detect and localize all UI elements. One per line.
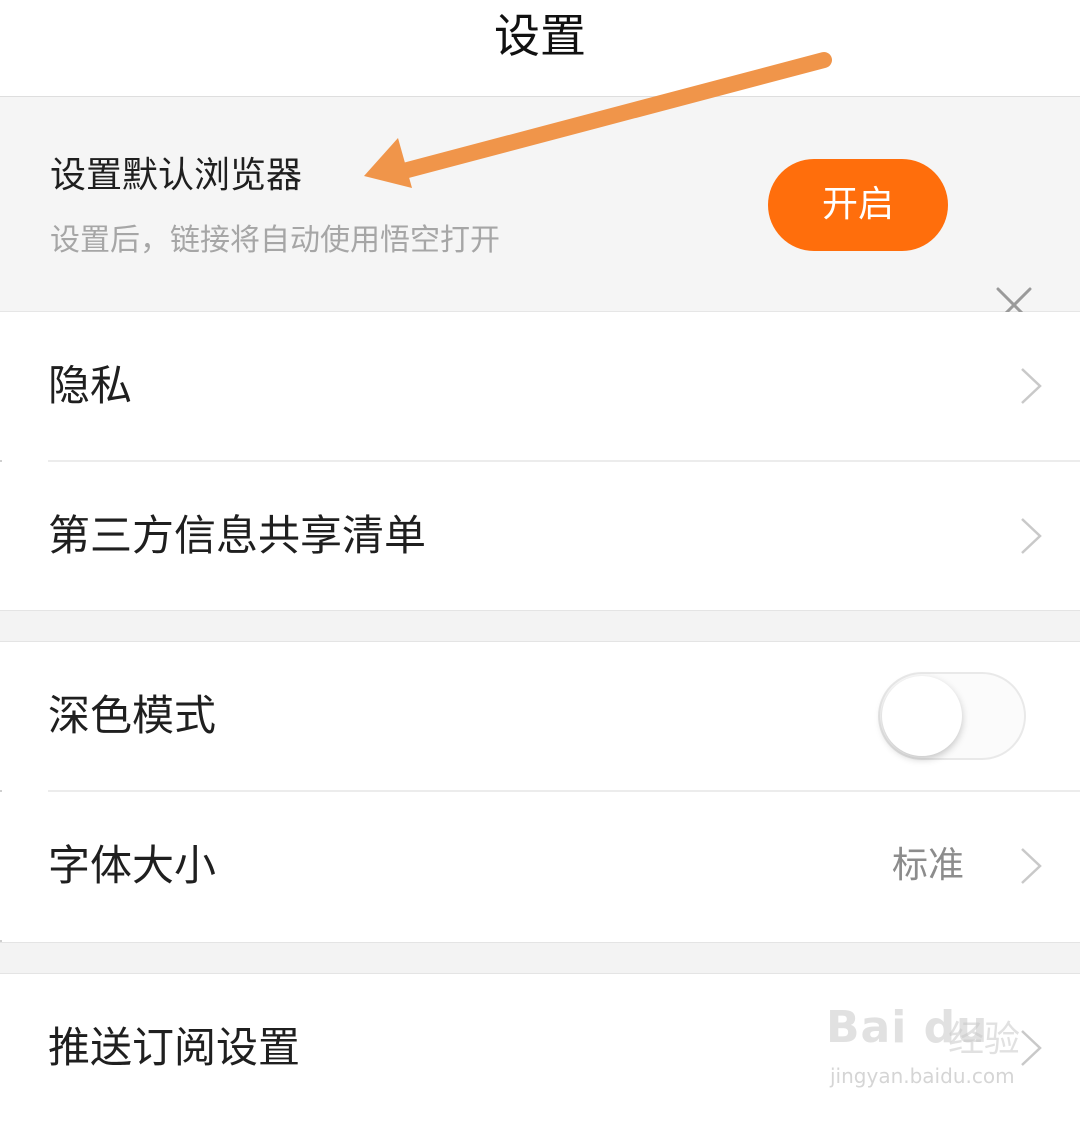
section-gap <box>0 610 1080 642</box>
dark-mode-toggle[interactable] <box>878 672 1026 760</box>
top-bar: 设置 <box>0 0 1080 97</box>
settings-item-third-party-list[interactable]: 第三方信息共享清单 <box>0 462 1080 610</box>
banner-title: 设置默认浏览器 <box>50 155 303 196</box>
watermark-text: 经验 <box>948 1019 1021 1060</box>
watermark-url: jingyan.baidu.com <box>830 1064 1015 1088</box>
chevron-right-icon <box>1021 368 1042 404</box>
banner-subtitle: 设置后，链接将自动使用悟空打开 <box>50 223 500 258</box>
settings-item-privacy[interactable]: 隐私 <box>0 312 1080 460</box>
settings-item-label: 推送订阅设置 <box>48 1023 301 1072</box>
settings-item-font-size[interactable]: 字体大小 标准 <box>0 792 1080 940</box>
settings-item-label: 字体大小 <box>48 841 217 890</box>
chevron-right-icon <box>1021 848 1042 884</box>
settings-item-label: 第三方信息共享清单 <box>48 511 427 560</box>
settings-item-label: 深色模式 <box>48 691 217 740</box>
page-title: 设置 <box>494 9 586 63</box>
font-size-value: 标准 <box>892 845 965 886</box>
toggle-knob <box>882 676 962 756</box>
chevron-right-icon <box>1021 518 1042 554</box>
default-browser-banner: 设置默认浏览器 设置后，链接将自动使用悟空打开 开启 <box>0 97 1080 323</box>
baidu-jingyan-watermark: Bai du 经验 jingyan.baidu.com <box>826 996 1066 1096</box>
settings-item-dark-mode: 深色模式 <box>0 642 1080 790</box>
enable-default-browser-button[interactable]: 开启 <box>768 159 948 251</box>
settings-item-label: 隐私 <box>48 361 133 410</box>
section-gap <box>0 942 1080 974</box>
